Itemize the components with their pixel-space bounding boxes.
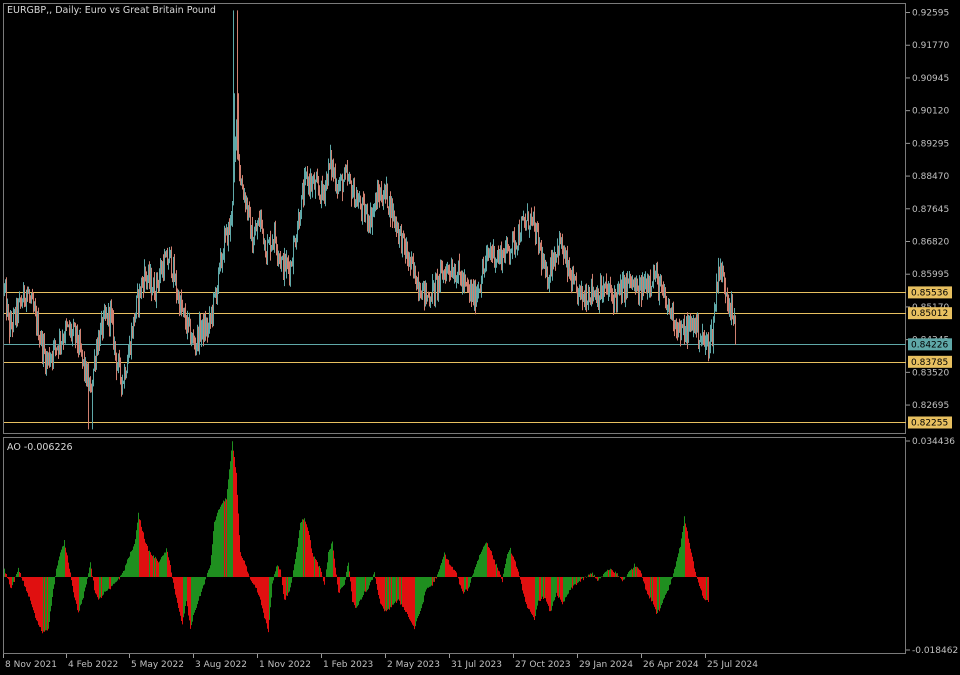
time-tick-label: 26 Apr 2024: [643, 660, 699, 670]
price-tick-label: 0.91770: [912, 41, 949, 51]
price-axis: 0.92595 0.91770 0.90945 0.90120 0.89295 0.884…: [906, 9, 949, 411]
price-tick-label: 0.82695: [912, 401, 949, 411]
level-price-tag: 0.83785: [911, 358, 948, 368]
ao-tick-label: 0.034436: [912, 437, 955, 447]
level-price-tag: 0.85536: [911, 288, 948, 298]
time-tick-label: 27 Oct 2023: [515, 660, 571, 670]
time-tick-label: 3 Aug 2022: [195, 660, 247, 670]
ao-tick-label: -0.018462: [912, 646, 958, 656]
ao-title: AO -0.006226: [7, 442, 73, 453]
ao-axis: 0.034436 -0.018462: [906, 437, 958, 656]
time-tick-label: 4 Feb 2022: [68, 660, 118, 670]
time-tick-label: 29 Jan 2024: [579, 660, 633, 670]
current-price-tag: 0.84226: [911, 340, 948, 350]
price-tick-label: 0.89295: [912, 139, 949, 149]
level-price-tag: 0.85012: [911, 309, 948, 319]
time-tick-label: 5 May 2022: [131, 660, 184, 670]
chart-canvas: 0.92595 0.91770 0.90945 0.90120 0.89295 0.884…: [3, 3, 958, 670]
time-tick-label: 1 Nov 2022: [259, 660, 311, 670]
price-tick-label: 0.90120: [912, 107, 949, 117]
price-series: [4, 10, 736, 430]
price-panel-frame: [3, 3, 906, 434]
price-tick-label: 0.86820: [912, 237, 949, 247]
ao-histogram: [4, 441, 709, 634]
time-tick-label: 31 Jul 2023: [451, 660, 502, 670]
price-tick-label: 0.88470: [912, 172, 949, 182]
price-tick-label: 0.87645: [912, 205, 949, 215]
chart-title: EURGBP,, Daily: Euro vs Great Britain Po…: [7, 5, 216, 16]
level-price-tag: 0.82255: [911, 418, 948, 428]
price-tick-label: 0.92595: [912, 9, 949, 19]
time-axis: 8 Nov 2021 4 Feb 2022 5 May 2022 3 Aug 2022…: [3, 654, 758, 670]
time-tick-label: 2 May 2023: [387, 660, 440, 670]
time-tick-label: 8 Nov 2021: [5, 660, 57, 670]
time-tick-label: 1 Feb 2023: [323, 660, 373, 670]
price-tick-label: 0.85995: [912, 270, 949, 280]
price-tick-label: 0.83520: [912, 368, 949, 378]
price-tick-label: 0.90945: [912, 74, 949, 84]
time-tick-label: 25 Jul 2024: [707, 660, 758, 670]
